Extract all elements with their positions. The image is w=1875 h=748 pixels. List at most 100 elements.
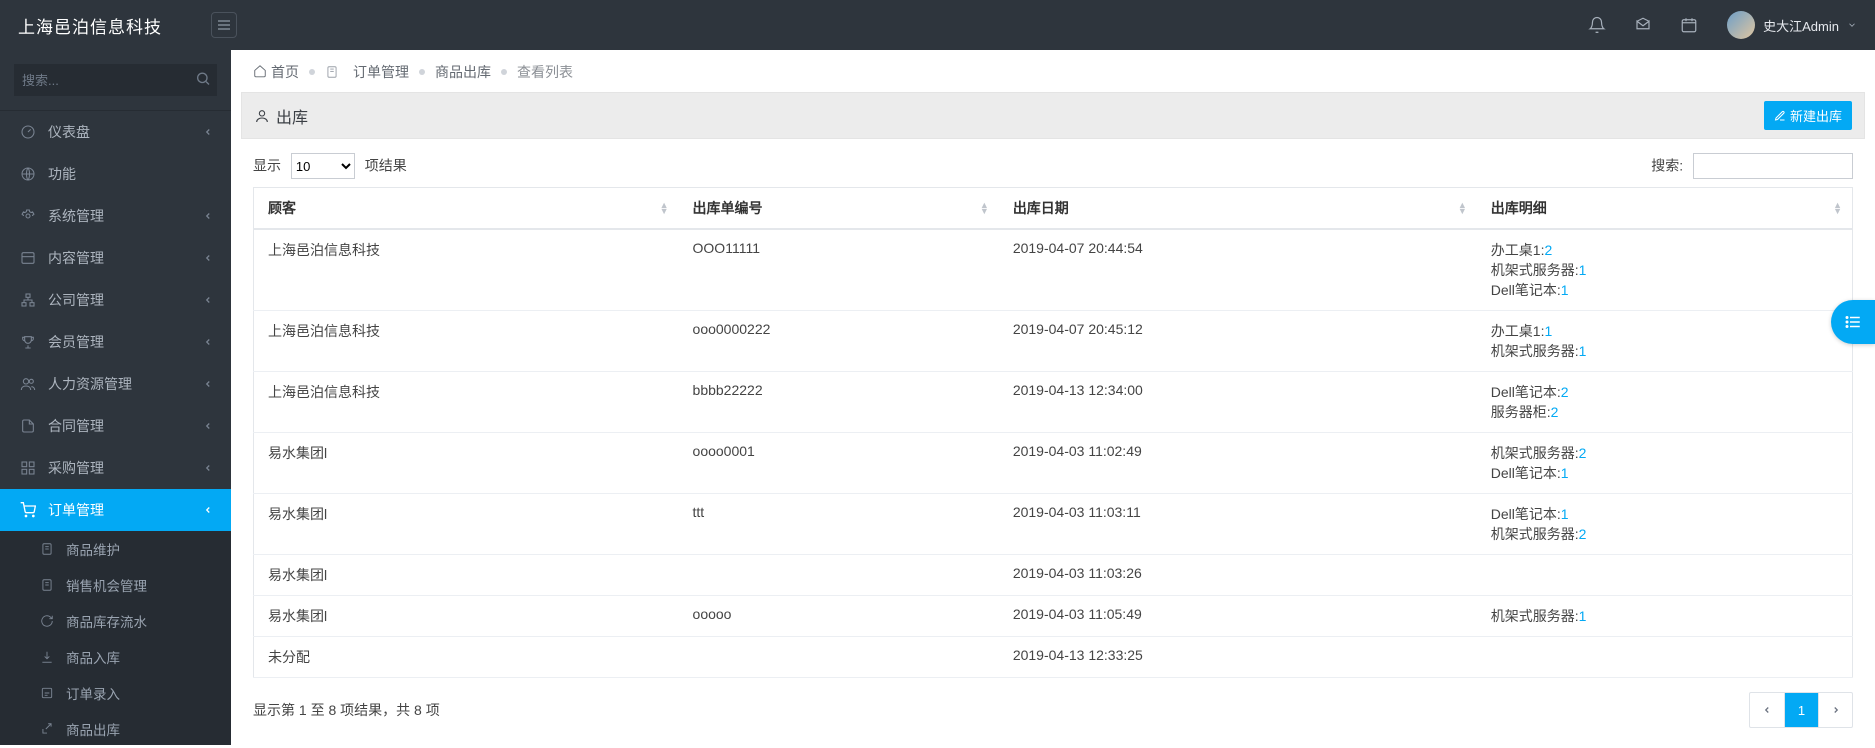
page-1-button[interactable]: 1 bbox=[1784, 693, 1818, 727]
cell-details: Dell笔记本:2服务器柜:2 bbox=[1477, 372, 1853, 433]
table-info: 显示第 1 至 8 项结果，共 8 项 bbox=[253, 700, 440, 720]
bell-icon bbox=[1588, 16, 1606, 34]
table-row: 易水集团looooo2019-04-03 11:05:49机架式服务器:1 bbox=[254, 596, 1853, 637]
breadcrumb-item-3: 查看列表 bbox=[517, 62, 573, 82]
edit-icon bbox=[40, 686, 58, 700]
nav-item-sitemap[interactable]: 公司管理 bbox=[0, 279, 231, 321]
chevron-left-icon bbox=[203, 379, 213, 389]
doc-icon bbox=[40, 578, 58, 592]
messages-button[interactable] bbox=[1627, 9, 1659, 41]
nav-item-trophy[interactable]: 会员管理 bbox=[0, 321, 231, 363]
pencil-icon bbox=[1774, 110, 1786, 122]
mail-icon bbox=[1634, 16, 1652, 34]
table-row: 上海邑泊信息科技ooo00002222019-04-07 20:45:12办工桌… bbox=[254, 311, 1853, 372]
nav-label: 采购管理 bbox=[48, 458, 104, 478]
sitemap-icon bbox=[18, 292, 38, 308]
cell-code: ttt bbox=[679, 494, 999, 555]
cell-customer: 未分配 bbox=[254, 637, 679, 678]
calendar-button[interactable] bbox=[1673, 9, 1705, 41]
breadcrumb-separator bbox=[419, 69, 425, 75]
subnav-label: 订单录入 bbox=[66, 683, 120, 703]
sort-icon: ▲▼ bbox=[660, 202, 669, 214]
cell-customer: 易水集团l bbox=[254, 494, 679, 555]
cell-code: bbbb22222 bbox=[679, 372, 999, 433]
side-panel-fab[interactable] bbox=[1831, 300, 1875, 344]
sidebar-search-input[interactable] bbox=[14, 64, 217, 96]
users-icon bbox=[18, 376, 38, 392]
page-size-control: 显示 10 项结果 bbox=[253, 153, 407, 179]
nav-label: 内容管理 bbox=[48, 248, 104, 268]
cell-date: 2019-04-03 11:05:49 bbox=[999, 596, 1477, 637]
file-icon bbox=[18, 418, 38, 434]
chevron-right-icon bbox=[1831, 705, 1841, 715]
subnav-item[interactable]: 商品出库 bbox=[0, 711, 231, 745]
sort-icon: ▲▼ bbox=[1833, 202, 1842, 214]
cell-code: OOO11111 bbox=[679, 229, 999, 311]
globe-icon bbox=[18, 166, 38, 182]
cell-date: 2019-04-13 12:34:00 bbox=[999, 372, 1477, 433]
column-header[interactable]: 出库日期▲▼ bbox=[999, 188, 1477, 230]
user-menu-button[interactable]: 史大江Admin bbox=[1719, 11, 1857, 39]
subnav-label: 销售机会管理 bbox=[66, 575, 147, 595]
page-prev-button[interactable] bbox=[1750, 693, 1784, 727]
table-row: 上海邑泊信息科技bbbb222222019-04-13 12:34:00Dell… bbox=[254, 372, 1853, 433]
cell-customer: 易水集团l bbox=[254, 555, 679, 596]
avatar bbox=[1727, 11, 1755, 39]
subnav-item[interactable]: 订单录入 bbox=[0, 675, 231, 711]
subnav-item[interactable]: 销售机会管理 bbox=[0, 567, 231, 603]
breadcrumb-item-1[interactable]: 订单管理 bbox=[353, 62, 409, 82]
subnav-label: 商品出库 bbox=[66, 719, 120, 739]
subnav-item[interactable]: 商品入库 bbox=[0, 639, 231, 675]
nav-label: 会员管理 bbox=[48, 332, 104, 352]
page-next-button[interactable] bbox=[1818, 693, 1852, 727]
cell-customer: 上海邑泊信息科技 bbox=[254, 311, 679, 372]
sort-icon: ▲▼ bbox=[1458, 202, 1467, 214]
home-icon bbox=[253, 64, 267, 78]
sort-icon: ▲▼ bbox=[980, 202, 989, 214]
cell-customer: 易水集团l bbox=[254, 433, 679, 494]
search-icon[interactable] bbox=[195, 71, 211, 90]
sidebar-toggle-button[interactable] bbox=[211, 12, 237, 38]
subnav-item[interactable]: 商品库存流水 bbox=[0, 603, 231, 639]
chevron-left-icon bbox=[203, 421, 213, 431]
chevron-down-icon bbox=[1847, 20, 1857, 30]
cell-details: 机架式服务器:1 bbox=[1477, 596, 1853, 637]
column-header[interactable]: 出库明细▲▼ bbox=[1477, 188, 1853, 230]
user-name: 史大江Admin bbox=[1763, 16, 1839, 35]
nav-item-layout[interactable]: 内容管理 bbox=[0, 237, 231, 279]
refresh-icon bbox=[40, 614, 58, 628]
nav-label: 人力资源管理 bbox=[48, 374, 132, 394]
nav-label: 订单管理 bbox=[48, 500, 104, 520]
subnav-label: 商品库存流水 bbox=[66, 611, 147, 631]
breadcrumb-home[interactable]: 首页 bbox=[253, 62, 299, 82]
column-header[interactable]: 出库单编号▲▼ bbox=[679, 188, 999, 230]
notifications-button[interactable] bbox=[1581, 9, 1613, 41]
new-outbound-button[interactable]: 新建出库 bbox=[1764, 101, 1852, 130]
nav-item-cog[interactable]: 系统管理 bbox=[0, 195, 231, 237]
nav-item-globe[interactable]: 功能 bbox=[0, 153, 231, 195]
nav-item-file[interactable]: 合同管理 bbox=[0, 405, 231, 447]
sidebar: 仪表盘功能系统管理内容管理公司管理会员管理人力资源管理合同管理采购管理 订单管理… bbox=[0, 50, 231, 745]
breadcrumb-separator bbox=[309, 69, 315, 75]
cell-code bbox=[679, 637, 999, 678]
nav-item-dashboard[interactable]: 仪表盘 bbox=[0, 111, 231, 153]
menu-icon bbox=[216, 17, 232, 33]
panel-title: 出库 bbox=[276, 104, 308, 128]
nav-item-users[interactable]: 人力资源管理 bbox=[0, 363, 231, 405]
nav-label: 公司管理 bbox=[48, 290, 104, 310]
cell-date: 2019-04-03 11:03:11 bbox=[999, 494, 1477, 555]
column-header[interactable]: 顾客▲▼ bbox=[254, 188, 679, 230]
nav-order-management[interactable]: 订单管理 bbox=[0, 489, 231, 531]
cell-details bbox=[1477, 637, 1853, 678]
nav-item-grid[interactable]: 采购管理 bbox=[0, 447, 231, 489]
cart-icon bbox=[20, 502, 36, 518]
subnav-label: 商品维护 bbox=[66, 539, 120, 559]
subnav-item[interactable]: 商品维护 bbox=[0, 531, 231, 567]
cell-customer: 上海邑泊信息科技 bbox=[254, 372, 679, 433]
table-controls: 显示 10 项结果 搜索: bbox=[253, 153, 1853, 179]
page-size-select[interactable]: 10 bbox=[291, 153, 355, 179]
brand-title: 上海邑泊信息科技 bbox=[0, 13, 231, 38]
breadcrumb-item-2[interactable]: 商品出库 bbox=[435, 62, 491, 82]
table-search-input[interactable] bbox=[1693, 153, 1853, 179]
chevron-left-icon bbox=[1762, 705, 1772, 715]
